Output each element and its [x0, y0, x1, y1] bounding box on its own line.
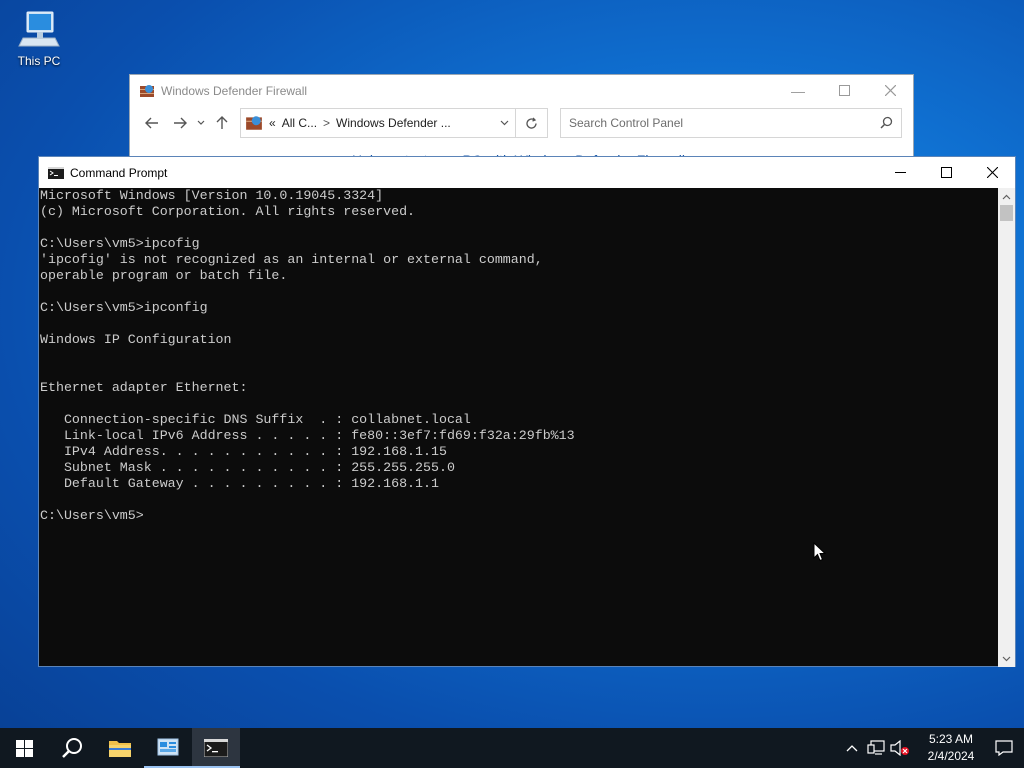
cmd-close-button[interactable] — [969, 158, 1015, 188]
close-icon — [986, 167, 998, 178]
clock-date: 2/4/2024 — [927, 749, 975, 763]
chevron-up-icon — [1002, 194, 1011, 199]
address-bar[interactable]: « All C... > Windows Defender ... — [240, 108, 516, 138]
desktop-icon-this-pc[interactable]: This PC — [10, 8, 68, 68]
back-button[interactable] — [138, 109, 166, 137]
command-prompt-icon — [204, 739, 228, 757]
console-line: 'ipcofig' is not recognized as an intern… — [40, 252, 543, 267]
console-line: Ethernet adapter Ethernet: — [40, 380, 248, 395]
recent-locations-button[interactable] — [194, 109, 208, 137]
search-icon — [62, 738, 82, 758]
taskbar-control-panel[interactable] — [144, 728, 192, 768]
scroll-down-button[interactable] — [998, 650, 1015, 667]
arrow-right-icon — [174, 117, 187, 129]
chevron-down-icon — [500, 120, 509, 125]
firewall-titlebar[interactable]: Windows Defender Firewall — — [130, 75, 913, 106]
taskbar: 5:23 AM 2/4/2024 — [0, 728, 1024, 768]
maximize-icon — [940, 167, 952, 178]
command-prompt-title: Command Prompt — [70, 165, 168, 180]
firewall-icon — [246, 116, 262, 130]
clock-time: 5:23 AM — [928, 732, 974, 746]
action-center-button[interactable] — [984, 728, 1024, 768]
maximize-icon — [838, 85, 850, 96]
firewall-minimize-button[interactable]: — — [775, 76, 821, 106]
system-tray: 5:23 AM 2/4/2024 — [840, 728, 1024, 768]
desktop-icon-label: This PC — [17, 54, 61, 68]
volume-muted-icon — [890, 740, 909, 756]
console-line: Windows IP Configuration — [40, 332, 232, 347]
taskbar-command-prompt[interactable] — [192, 728, 240, 768]
minimize-icon — [894, 172, 906, 173]
console-line: Link-local IPv6 Address . . . . . : fe80… — [40, 428, 575, 443]
refresh-icon — [526, 117, 537, 129]
console-line: Microsoft Windows [Version 10.0.19045.33… — [40, 188, 384, 203]
console-line: Default Gateway . . . . . . . . . : 192.… — [40, 476, 439, 491]
firewall-window-title: Windows Defender Firewall — [161, 83, 308, 98]
start-button[interactable] — [0, 728, 48, 768]
console-line: C:\Users\vm5> — [40, 508, 144, 523]
search-icon — [880, 116, 893, 129]
search-control-panel-input[interactable]: Search Control Panel — [560, 108, 902, 138]
arrow-up-icon — [216, 116, 228, 129]
cmd-maximize-button[interactable] — [923, 158, 969, 188]
network-status-button[interactable] — [864, 728, 888, 768]
console-line: Subnet Mask . . . . . . . . . . . : 255.… — [40, 460, 455, 475]
console-line: operable program or batch file. — [40, 268, 288, 283]
console-line: Connection-specific DNS Suffix . : colla… — [40, 412, 471, 427]
address-overflow[interactable]: « — [269, 116, 276, 130]
this-pc-icon — [18, 11, 60, 47]
mouse-cursor-icon — [813, 542, 827, 562]
address-dropdown-button[interactable] — [500, 118, 509, 129]
chevron-down-icon — [197, 120, 205, 125]
scroll-thumb[interactable] — [1000, 205, 1013, 221]
console-output[interactable]: Microsoft Windows [Version 10.0.19045.33… — [39, 188, 1000, 667]
taskbar-clock[interactable]: 5:23 AM 2/4/2024 — [918, 731, 984, 765]
taskbar-search-button[interactable] — [48, 728, 96, 768]
breadcrumb-all-control-panel[interactable]: All C... — [282, 116, 317, 130]
cmd-minimize-button[interactable] — [877, 158, 923, 188]
firewall-icon — [140, 84, 154, 97]
forward-button[interactable] — [166, 109, 194, 137]
console-line: C:\Users\vm5>ipconfig — [40, 300, 208, 315]
arrow-left-icon — [145, 117, 158, 129]
up-button[interactable] — [208, 109, 236, 137]
notification-icon — [995, 740, 1013, 756]
volume-button[interactable] — [888, 728, 912, 768]
chevron-up-icon — [846, 745, 858, 752]
firewall-close-button[interactable] — [867, 76, 913, 106]
breadcrumb-separator: > — [323, 116, 331, 130]
command-prompt-window[interactable]: Command Prompt Microsoft Windows [Versio… — [38, 156, 1016, 667]
close-icon — [884, 85, 896, 96]
network-icon — [867, 740, 885, 755]
breadcrumb-windows-defender[interactable]: Windows Defender ... — [336, 116, 451, 130]
show-hidden-icons-button[interactable] — [840, 728, 864, 768]
refresh-button[interactable] — [516, 108, 548, 138]
taskbar-file-explorer[interactable] — [96, 728, 144, 768]
console-line: (c) Microsoft Corporation. All rights re… — [40, 204, 416, 219]
file-explorer-icon — [109, 741, 131, 757]
control-panel-icon — [157, 738, 179, 756]
scroll-up-button[interactable] — [998, 188, 1015, 205]
chevron-down-icon — [1002, 656, 1011, 661]
console-line: IPv4 Address. . . . . . . . . . . : 192.… — [40, 444, 447, 459]
start-icon — [15, 739, 33, 757]
console-line: C:\Users\vm5>ipcofig — [40, 236, 200, 251]
firewall-maximize-button[interactable] — [821, 76, 867, 106]
search-placeholder: Search Control Panel — [569, 116, 684, 130]
command-prompt-titlebar[interactable]: Command Prompt — [39, 157, 1015, 188]
console-scrollbar[interactable] — [998, 188, 1015, 667]
command-prompt-icon — [48, 166, 64, 179]
